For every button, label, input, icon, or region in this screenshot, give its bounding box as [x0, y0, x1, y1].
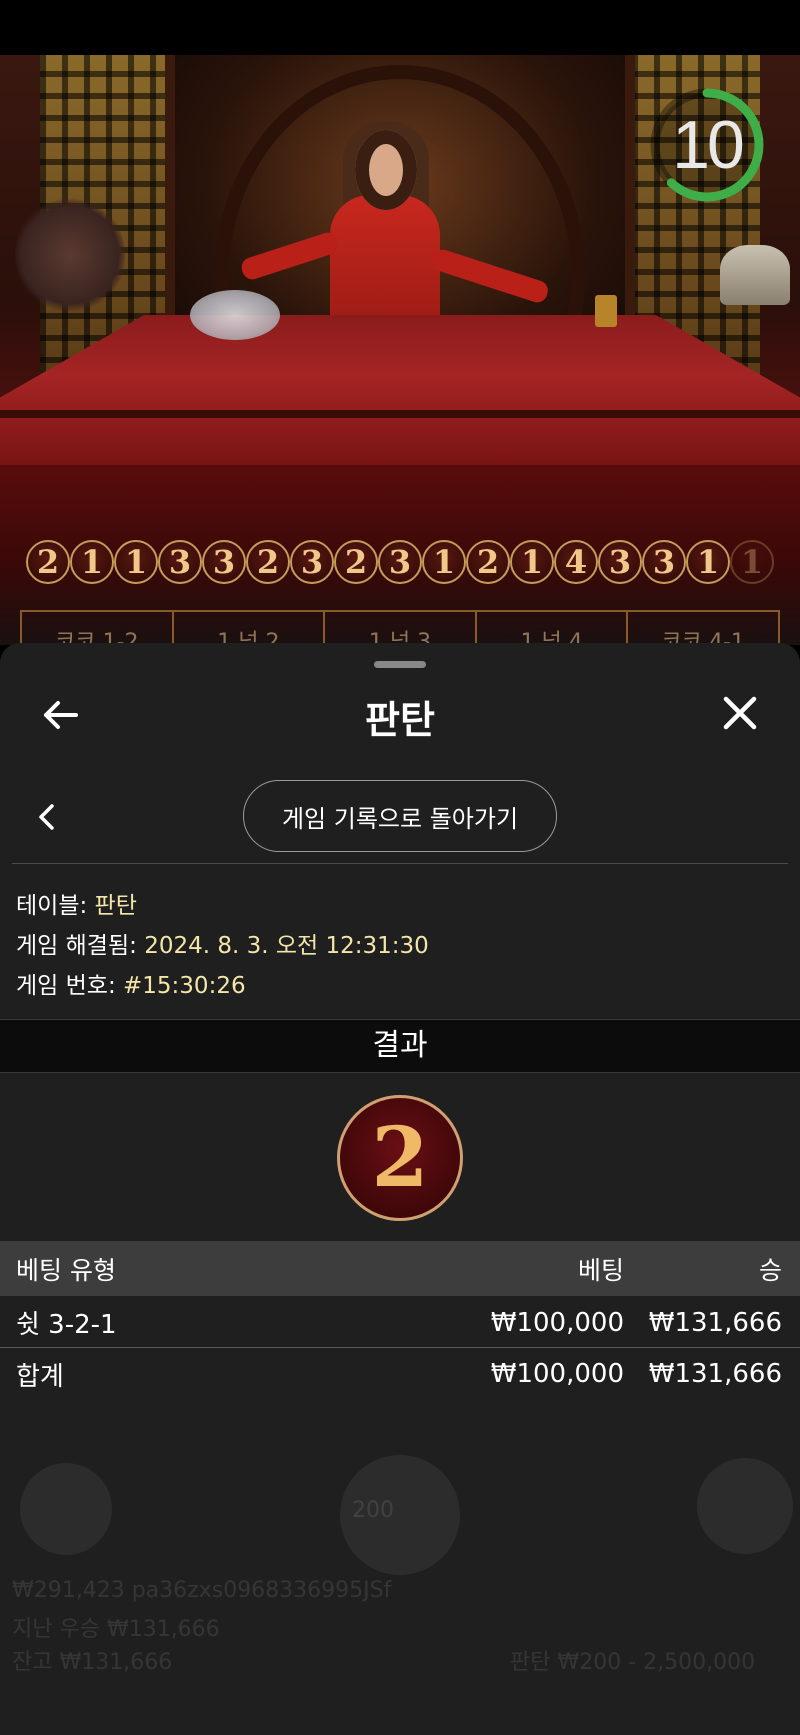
arrow-left-icon[interactable]	[38, 693, 82, 737]
info-table: 테이블: 판탄	[16, 886, 137, 920]
bets-table-header: 베팅 유형 베팅 승	[0, 1241, 800, 1296]
decor-dragon-statue	[720, 245, 790, 305]
sheet-drag-handle[interactable]	[374, 661, 426, 668]
total-row: 합계 ₩100,000 ₩131,666	[0, 1349, 800, 1399]
info-table-value: 판탄	[94, 893, 137, 919]
info-resolved-value: 2024. 8. 3. 오전 12:31:30	[144, 933, 429, 959]
roadmap-ball: 1	[730, 540, 774, 584]
chevron-left-icon[interactable]	[32, 800, 62, 834]
roadmap-ball: 3	[202, 540, 246, 584]
info-table-label: 테이블:	[16, 893, 88, 919]
limit-line: 판탄 ₩200 - 2,500,000	[510, 1650, 756, 1675]
result-heading: 결과	[0, 1019, 800, 1073]
info-game-number-label: 게임 번호:	[16, 973, 116, 999]
decor-bonsai	[15, 195, 125, 315]
info-resolved: 게임 해결됨: 2024. 8. 3. 오전 12:31:30	[16, 926, 429, 960]
roadmap-ball: 1	[686, 540, 730, 584]
roadmap-ball: 3	[378, 540, 422, 584]
brass-cup	[595, 295, 617, 327]
header-win: 승	[758, 1255, 782, 1285]
balance-line: ₩291,423 pa36zxs0968336995JSf	[12, 1578, 392, 1603]
roadmap-ball: 2	[26, 540, 70, 584]
last-win-line: 지난 우승 ₩131,666	[12, 1617, 220, 1642]
header-bet: 베팅	[577, 1255, 624, 1285]
roadmap-ball: 3	[598, 540, 642, 584]
row-bet-amount: ₩100,000	[490, 1307, 624, 1338]
roadmap-ball: 3	[158, 540, 202, 584]
game-history-sheet: 판탄 게임 기록으로 돌아가기 테이블: 판탄 게임 해결됨: 2024. 8.…	[0, 643, 800, 1735]
total-label: 합계	[16, 1361, 64, 1392]
chip-value: 200	[352, 1498, 394, 1523]
roadmap-ball: 4	[554, 540, 598, 584]
row-win-amount: ₩131,666	[648, 1307, 782, 1338]
table-edge	[0, 410, 800, 418]
roadmap-ball: 2	[246, 540, 290, 584]
info-game-number: 게임 번호: #15:30:26	[16, 966, 246, 1000]
roadmap-ball: 1	[510, 540, 554, 584]
countdown-timer: 10	[672, 107, 745, 183]
bead-bowl	[190, 290, 280, 340]
roadmap-ball: 1	[114, 540, 158, 584]
divider	[12, 863, 788, 864]
dealer-face	[355, 130, 417, 210]
info-game-number-value: #15:30:26	[123, 973, 246, 999]
result-roadmap: 21133232312143311	[26, 540, 800, 596]
total-bet-amount: ₩100,000	[490, 1359, 624, 1389]
grid-menu-icon	[20, 1463, 112, 1555]
info-resolved-label: 게임 해결됨:	[16, 933, 137, 959]
roadmap-ball: 2	[334, 540, 378, 584]
roadmap-ball: 1	[422, 540, 466, 584]
sheet-title: 판탄	[365, 698, 435, 742]
close-icon[interactable]	[718, 691, 762, 735]
row-bet-type: 쉿 3-2-1	[16, 1310, 117, 1340]
table-row: 쉿 3-2-1 ₩100,000 ₩131,666	[0, 1298, 800, 1348]
remaining-line: 잔고 ₩131,666	[12, 1650, 173, 1675]
roadmap-ball: 3	[290, 540, 334, 584]
game-table	[0, 315, 800, 465]
result-ball: 2	[337, 1095, 463, 1221]
roadmap-ball: 3	[642, 540, 686, 584]
status-bar	[0, 0, 800, 55]
header-bet-type: 베팅 유형	[16, 1255, 116, 1285]
roadmap-ball: 2	[466, 540, 510, 584]
back-to-history-button[interactable]: 게임 기록으로 돌아가기	[243, 780, 557, 852]
roadmap-ball: 1	[70, 540, 114, 584]
menu-icon	[697, 1458, 793, 1554]
total-win-amount: ₩131,666	[648, 1359, 782, 1389]
